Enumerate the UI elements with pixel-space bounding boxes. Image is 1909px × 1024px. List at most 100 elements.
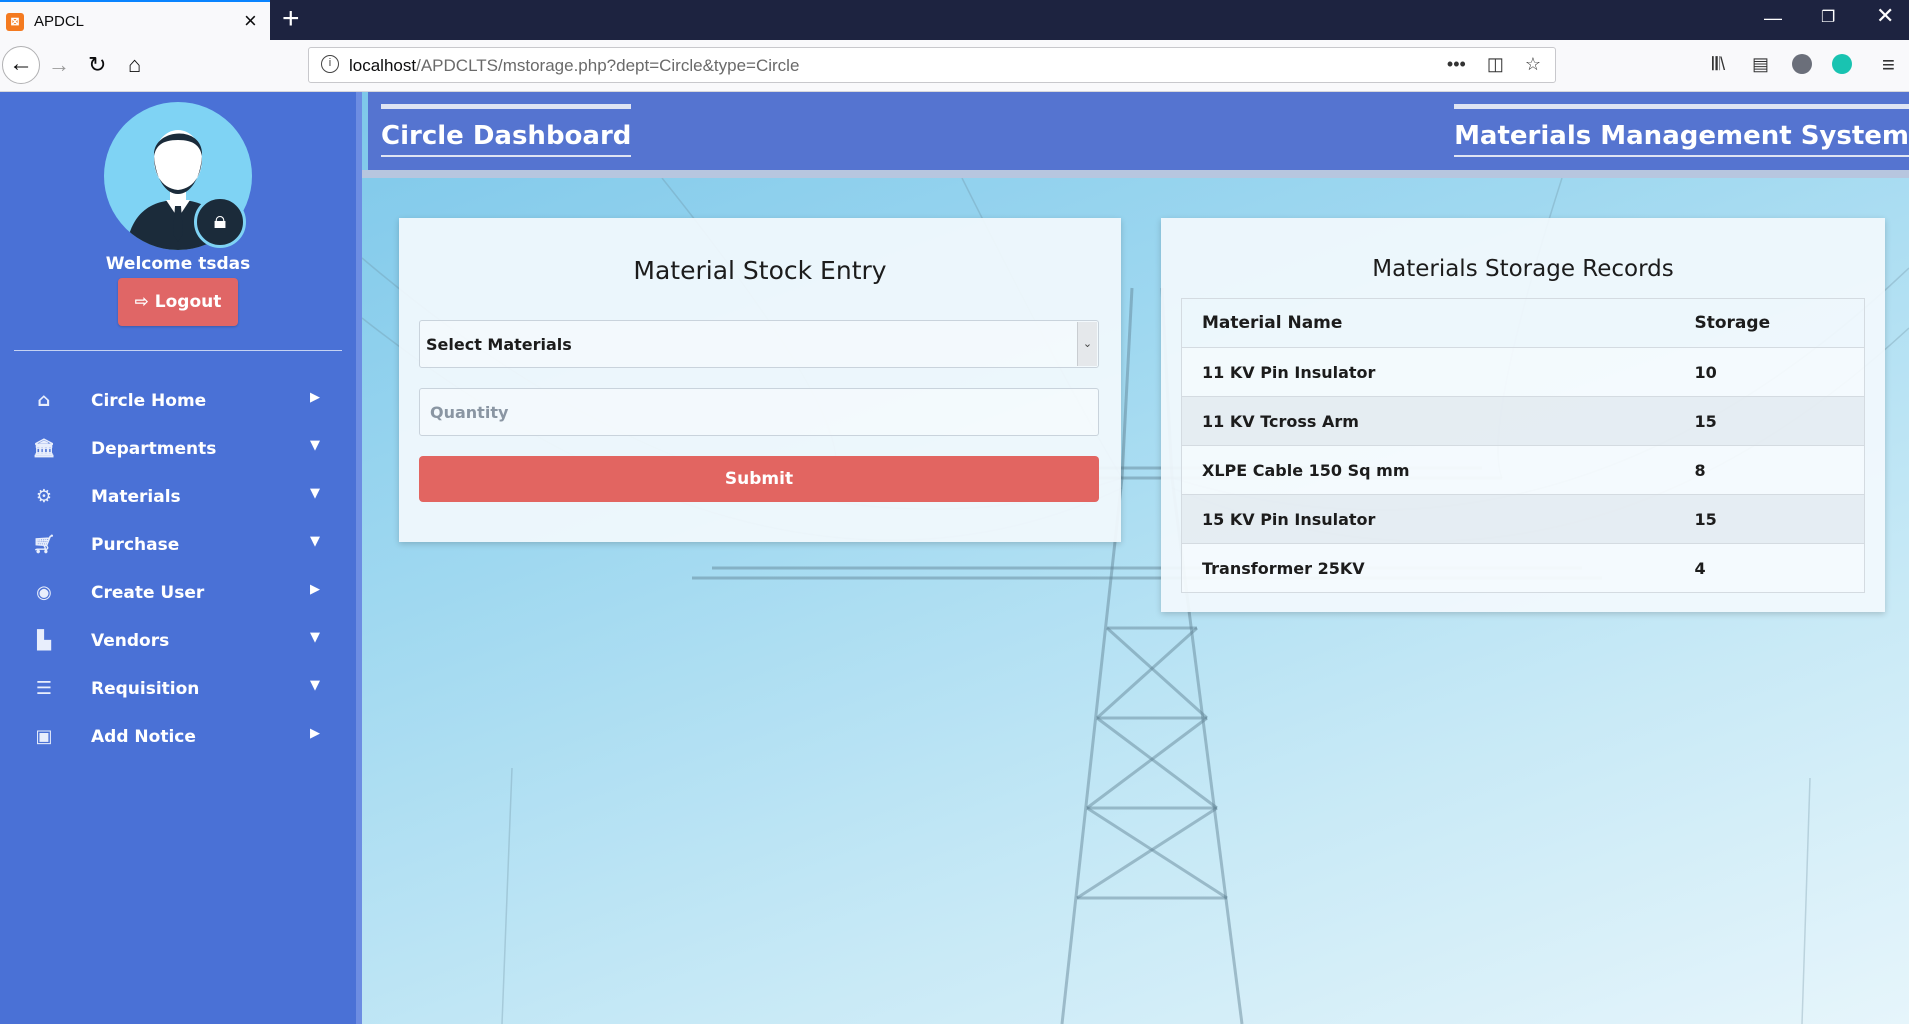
material-name-cell: XLPE Cable 150 Sq mm	[1181, 445, 1685, 495]
caret-down-icon: ▼	[310, 630, 320, 645]
storage-cell: 15	[1684, 396, 1865, 446]
url-text[interactable]: localhost/APDCLTS/mstorage.php?dept=Circ…	[349, 56, 799, 76]
home-icon: ⌂	[37, 390, 51, 411]
sidebar-item-label: Create User	[91, 583, 205, 603]
list-icon: ☰	[35, 678, 53, 699]
sidebar: 🔒︎ Welcome tsdas ⇨ Logout ⌂ Circle Home …	[0, 92, 362, 1024]
stock-entry-card: Material Stock Entry Select Materials ⌄ …	[399, 218, 1121, 542]
sidebar-item-label: Vendors	[91, 631, 170, 651]
sidebar-item-departments[interactable]: 🏛︎ Departments ▼	[0, 426, 356, 474]
sidebar-item-add-notice[interactable]: ▣ Add Notice ▶	[0, 714, 356, 762]
column-header-storage: Storage	[1684, 298, 1865, 348]
browser-tab[interactable]: ⊠ APDCL ×	[0, 0, 270, 40]
caret-down-icon: ▼	[310, 678, 320, 693]
bank-icon: 🏛︎	[32, 438, 56, 459]
sidebar-toggle-icon[interactable]: ▤	[1752, 54, 1769, 75]
material-name-cell: Transformer 25KV	[1181, 543, 1685, 593]
storage-cell: 10	[1684, 347, 1865, 397]
sidebar-item-materials[interactable]: ⚙ Materials ▼	[0, 474, 356, 522]
main-content: Circle Dashboard Materials Management Sy…	[362, 92, 1909, 1024]
storage-records-title: Materials Storage Records	[1372, 256, 1674, 282]
table-row: XLPE Cable 150 Sq mm 8	[1181, 445, 1865, 495]
tab-title: APDCL	[34, 13, 85, 30]
logout-button[interactable]: ⇨ Logout	[118, 278, 238, 326]
caret-down-icon: ▼	[310, 534, 320, 549]
close-tab-icon[interactable]: ×	[244, 10, 257, 32]
page-actions-icon[interactable]: •••	[1447, 54, 1466, 74]
sidebar-item-label: Requisition	[91, 679, 200, 699]
minimize-icon[interactable]: —	[1764, 8, 1782, 28]
dashboard-title: Circle Dashboard	[381, 104, 632, 157]
sidebar-item-label: Circle Home	[91, 391, 207, 411]
back-arrow-icon[interactable]: ←	[2, 46, 40, 84]
sidebar-divider	[14, 350, 342, 351]
sidebar-item-create-user[interactable]: ◉ Create User ▶	[0, 570, 356, 618]
lock-icon: 🔒︎	[194, 196, 246, 248]
caret-down-icon: ▼	[310, 438, 320, 453]
reload-icon[interactable]: ↻	[88, 52, 106, 78]
new-tab-icon[interactable]: +	[282, 4, 300, 34]
close-window-icon[interactable]: ✕	[1876, 5, 1894, 27]
storage-records-table: Material Name Storage 11 KV Pin Insulato…	[1181, 298, 1865, 593]
hamburger-menu-icon[interactable]: ≡	[1882, 52, 1895, 78]
logout-label: Logout	[154, 292, 222, 312]
sidebar-item-label: Add Notice	[91, 727, 196, 747]
site-info-icon[interactable]: i	[321, 55, 339, 73]
forward-arrow-icon[interactable]: →	[48, 52, 70, 78]
sidebar-item-label: Purchase	[91, 535, 180, 555]
material-name-cell: 11 KV Pin Insulator	[1181, 347, 1685, 397]
sidebar-item-circle-home[interactable]: ⌂ Circle Home ▶	[0, 378, 356, 426]
url-actions: ••• ◫ ☆	[1431, 54, 1541, 75]
system-title: Materials Management System	[1454, 104, 1909, 157]
sidebar-item-purchase[interactable]: 🛒︎ Purchase ▼	[0, 522, 356, 570]
table-row: 15 KV Pin Insulator 15	[1181, 494, 1865, 544]
material-name-cell: 11 KV Tcross Arm	[1181, 396, 1685, 446]
storage-cell: 8	[1684, 445, 1865, 495]
table-row: Transformer 25KV 4	[1181, 543, 1865, 593]
caret-right-icon: ▶	[310, 390, 320, 405]
sidebar-item-vendors[interactable]: ▙ Vendors ▼	[0, 618, 356, 666]
bookmark-star-icon[interactable]: ☆	[1525, 54, 1541, 74]
account-avatar-icon[interactable]	[1792, 54, 1812, 74]
url-bar[interactable]: i localhost/APDCLTS/mstorage.php?dept=Ci…	[308, 47, 1556, 83]
restore-icon[interactable]: ❐	[1821, 8, 1835, 28]
library-icon[interactable]: 𝄃𝄃\	[1712, 54, 1725, 75]
xampp-icon: ⊠	[6, 13, 24, 31]
material-name-cell: 15 KV Pin Insulator	[1181, 494, 1685, 544]
column-header-material-name: Material Name	[1181, 298, 1685, 348]
quantity-input[interactable]: Quantity	[419, 388, 1099, 436]
table-row: 11 KV Pin Insulator 10	[1181, 347, 1865, 397]
storage-cell: 4	[1684, 543, 1865, 593]
home-icon[interactable]: ⌂	[128, 52, 141, 78]
table-row: 11 KV Tcross Arm 15	[1181, 396, 1865, 446]
quantity-placeholder: Quantity	[430, 403, 509, 422]
chevron-down-icon[interactable]: ⌄	[1077, 322, 1097, 366]
browser-nav-bar: ← → ↻ ⌂ i localhost/APDCLTS/mstorage.php…	[0, 40, 1909, 92]
caret-right-icon: ▶	[310, 726, 320, 741]
page-header: Circle Dashboard Materials Management Sy…	[368, 92, 1909, 170]
app-root: 🔒︎ Welcome tsdas ⇨ Logout ⌂ Circle Home …	[0, 92, 1909, 1024]
sidebar-item-requisition[interactable]: ☰ Requisition ▼	[0, 666, 356, 714]
gears-icon: ⚙	[35, 486, 53, 507]
sidebar-item-label: Departments	[91, 439, 217, 459]
welcome-text: Welcome tsdas	[105, 254, 251, 274]
caret-down-icon: ▼	[310, 486, 320, 501]
material-select[interactable]: Select Materials ⌄	[419, 320, 1099, 368]
storage-cell: 15	[1684, 494, 1865, 544]
industry-icon: ▙	[37, 630, 51, 651]
submit-button[interactable]: Submit	[419, 456, 1099, 502]
newspaper-icon: ▣	[35, 726, 53, 747]
cart-icon: 🛒︎	[32, 534, 56, 555]
browser-tab-bar: ⊠ APDCL × + — ❐ ✕	[0, 0, 1909, 40]
sidebar-menu: ⌂ Circle Home ▶ 🏛︎ Departments ▼ ⚙ Mater…	[0, 378, 356, 762]
user-circle-icon: ◉	[36, 582, 52, 603]
extension-icon[interactable]	[1832, 54, 1852, 74]
caret-right-icon: ▶	[310, 582, 320, 597]
stock-entry-title: Material Stock Entry	[633, 256, 887, 285]
header-underline	[362, 170, 1909, 178]
pocket-icon[interactable]: ◫	[1487, 54, 1504, 74]
storage-records-card: Materials Storage Records Material Name …	[1161, 218, 1885, 612]
material-select-value: Select Materials	[426, 335, 572, 354]
sign-out-icon: ⇨	[134, 292, 149, 312]
sidebar-item-label: Materials	[91, 487, 181, 507]
